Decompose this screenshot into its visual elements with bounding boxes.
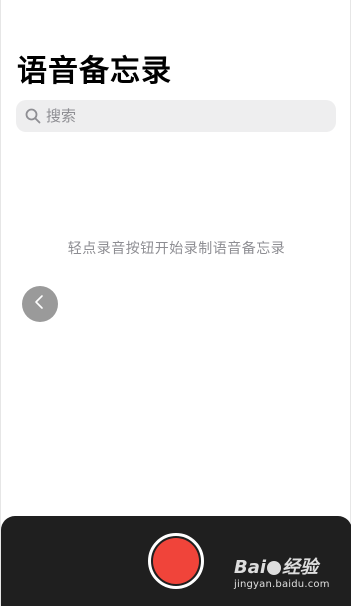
search-bar[interactable] [16, 100, 336, 132]
paw-icon [267, 561, 282, 575]
watermark-url: jingyan.baidu.com [234, 579, 330, 590]
search-icon [24, 107, 42, 125]
watermark-brand-right: 经验 [282, 557, 319, 578]
watermark-logo: Bai 经验 [234, 553, 318, 579]
floating-back-button[interactable] [22, 286, 58, 322]
empty-state-hint: 轻点录音按钮开始录制语音备忘录 [67, 241, 286, 257]
search-input[interactable] [46, 107, 316, 125]
record-button[interactable] [148, 533, 204, 589]
baidu-watermark: Bai 经验 jingyan.baidu.com [234, 553, 334, 599]
watermark-brand-left: Bai [234, 557, 267, 578]
record-icon [153, 538, 199, 584]
chevron-left-icon [33, 294, 47, 314]
voice-memos-screen: 语音备忘录 轻点录音按钮开始录制语音备忘录 Bai 经验 jingyan.baid… [0, 0, 351, 606]
page-title: 语音备忘录 [17, 54, 172, 89]
